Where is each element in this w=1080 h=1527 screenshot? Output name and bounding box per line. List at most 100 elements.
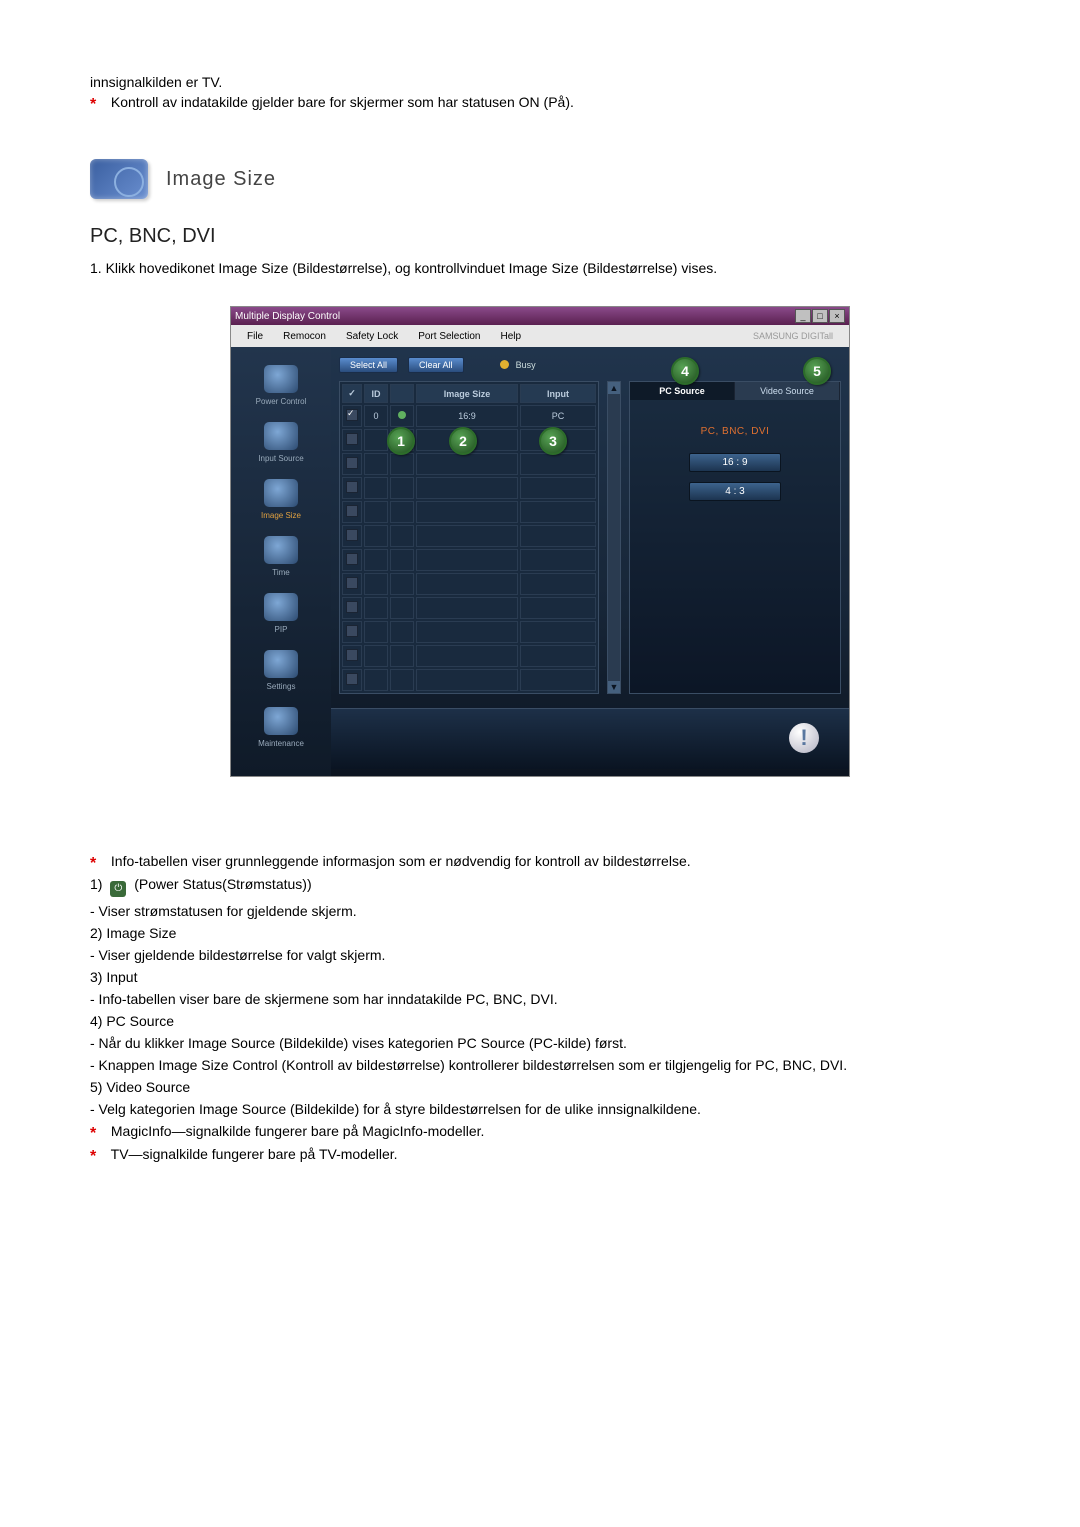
note-item-4: 4) PC Source — [90, 1013, 990, 1029]
row-checkbox[interactable] — [346, 457, 358, 469]
step-1: 1. Klikk hovedikonet Image Size (Bildest… — [90, 260, 990, 276]
row-status-icon — [398, 411, 406, 419]
app-footer: ! — [331, 708, 849, 769]
intro-line-1: innsignalkilden er TV. — [90, 74, 990, 90]
app-menubar: File Remocon Safety Lock Port Selection … — [231, 325, 849, 347]
alert-icon: ! — [789, 723, 819, 753]
app-sidebar: Power Control Input Source Image Size Ti… — [231, 347, 331, 776]
sidebar-item-settings[interactable]: Settings — [231, 650, 331, 691]
note-desc-3: - Info-tabellen viser bare de skjermene … — [90, 991, 990, 1007]
note-num-4: 4) — [90, 1013, 102, 1029]
minimize-icon[interactable]: _ — [795, 309, 811, 323]
note-title-3: Input — [106, 969, 137, 985]
app-main: Select All Clear All Busy ✓ ID Image Siz… — [331, 347, 849, 776]
sidebar-item-maintenance[interactable]: Maintenance — [231, 707, 331, 748]
note-item-1: 1) ⏻ (Power Status(Strømstatus)) — [90, 876, 990, 897]
footer-note-2-text: TV—signalkilde fungerer bare på TV-model… — [111, 1146, 398, 1162]
table-row[interactable]: 0 16:9 PC — [342, 405, 596, 427]
star-icon — [90, 1150, 103, 1163]
menu-file[interactable]: File — [237, 331, 273, 342]
annotation-4: 4 — [671, 357, 699, 385]
row-checkbox[interactable] — [346, 505, 358, 517]
note-title-2: Image Size — [106, 925, 176, 941]
annotation-1: 1 — [387, 427, 415, 455]
busy-label: Busy — [516, 360, 536, 370]
sidebar-item-power[interactable]: Power Control — [231, 365, 331, 406]
footer-note-1-text: MagicInfo—signalkilde fungerer bare på M… — [111, 1123, 485, 1139]
pane-heading: PC, BNC, DVI — [630, 426, 840, 437]
star-icon — [90, 1127, 103, 1140]
maintenance-icon — [264, 707, 298, 735]
app-titlebar: Multiple Display Control _ □ × — [231, 307, 849, 325]
row-checkbox[interactable] — [346, 673, 358, 685]
annotation-5: 5 — [803, 357, 831, 385]
row-checkbox[interactable] — [346, 433, 358, 445]
col-id: ID — [364, 384, 388, 403]
sidebar-label-time: Time — [231, 568, 331, 577]
note-desc-4b: - Knappen Image Size Control (Kontroll a… — [90, 1057, 990, 1073]
menu-safety[interactable]: Safety Lock — [336, 331, 408, 342]
note-item-5: 5) Video Source — [90, 1079, 990, 1095]
sidebar-label-pip: PIP — [231, 625, 331, 634]
sidebar-label-settings: Settings — [231, 682, 331, 691]
close-icon[interactable]: × — [829, 309, 845, 323]
row-input: PC — [520, 405, 596, 427]
intro-line-2-text: Kontroll av indatakilde gjelder bare for… — [111, 94, 574, 110]
power-icon — [264, 365, 298, 393]
tab-video-source[interactable]: Video Source — [735, 382, 840, 400]
clear-all-button[interactable]: Clear All — [408, 357, 464, 373]
row-checkbox[interactable] — [346, 577, 358, 589]
note-num-1: 1) — [90, 876, 102, 892]
app-window: Multiple Display Control _ □ × File Remo… — [230, 306, 850, 777]
section-title-text: Image Size — [166, 168, 276, 191]
row-checkbox[interactable] — [346, 649, 358, 661]
sidebar-label-input: Input Source — [231, 454, 331, 463]
imagesize-icon — [264, 479, 298, 507]
row-checkbox[interactable] — [346, 529, 358, 541]
footer-note-2: TV—signalkilde fungerer bare på TV-model… — [90, 1146, 990, 1163]
maximize-icon[interactable]: □ — [812, 309, 828, 323]
row-checkbox[interactable] — [346, 601, 358, 613]
row-checkbox[interactable] — [346, 553, 358, 565]
note-item-2: 2) Image Size — [90, 925, 990, 941]
annotation-3: 3 — [539, 427, 567, 455]
note-desc-4a: - Når du klikker Image Source (Bildekild… — [90, 1035, 990, 1051]
col-check: ✓ — [342, 384, 362, 403]
sidebar-item-time[interactable]: Time — [231, 536, 331, 577]
scroll-down-icon[interactable]: ▼ — [608, 681, 620, 693]
section-icon — [90, 159, 148, 199]
note-title-1: (Power Status(Strømstatus)) — [134, 876, 311, 892]
section-header: Image Size — [90, 159, 990, 199]
col-status — [390, 384, 414, 403]
gear-icon — [264, 650, 298, 678]
sidebar-item-pip[interactable]: PIP — [231, 593, 331, 634]
menu-remocon[interactable]: Remocon — [273, 331, 336, 342]
annotation-2: 2 — [449, 427, 477, 455]
col-imgsz: Image Size — [416, 384, 518, 403]
aspect-4-3-button[interactable]: 4 : 3 — [689, 482, 781, 501]
grid-scrollbar[interactable]: ▲ ▼ — [607, 381, 621, 694]
note-item-3: 3) Input — [90, 969, 990, 985]
menu-help[interactable]: Help — [490, 331, 531, 342]
sidebar-item-imagesize[interactable]: Image Size — [231, 479, 331, 520]
note-num-3: 3) — [90, 969, 102, 985]
sidebar-item-input[interactable]: Input Source — [231, 422, 331, 463]
pip-icon — [264, 593, 298, 621]
select-all-button[interactable]: Select All — [339, 357, 398, 373]
row-checkbox[interactable] — [346, 625, 358, 637]
row-checkbox[interactable] — [346, 409, 358, 421]
footer-note-1: MagicInfo—signalkilde fungerer bare på M… — [90, 1123, 990, 1140]
row-checkbox[interactable] — [346, 481, 358, 493]
aspect-16-9-button[interactable]: 16 : 9 — [689, 453, 781, 472]
busy-icon — [500, 360, 509, 369]
note-title-4: PC Source — [106, 1013, 174, 1029]
note-desc-2: - Viser gjeldende bildestørrelse for val… — [90, 947, 990, 963]
note-title-5: Video Source — [106, 1079, 190, 1095]
time-icon — [264, 536, 298, 564]
menu-port[interactable]: Port Selection — [408, 331, 490, 342]
row-id: 0 — [364, 405, 388, 427]
note-desc-5: - Velg kategorien Image Source (Bildekil… — [90, 1101, 990, 1117]
scroll-up-icon[interactable]: ▲ — [608, 382, 620, 394]
brand-label: SAMSUNG DIGITall — [743, 331, 843, 341]
notes-intro: Info-tabellen viser grunnleggende inform… — [90, 853, 990, 870]
